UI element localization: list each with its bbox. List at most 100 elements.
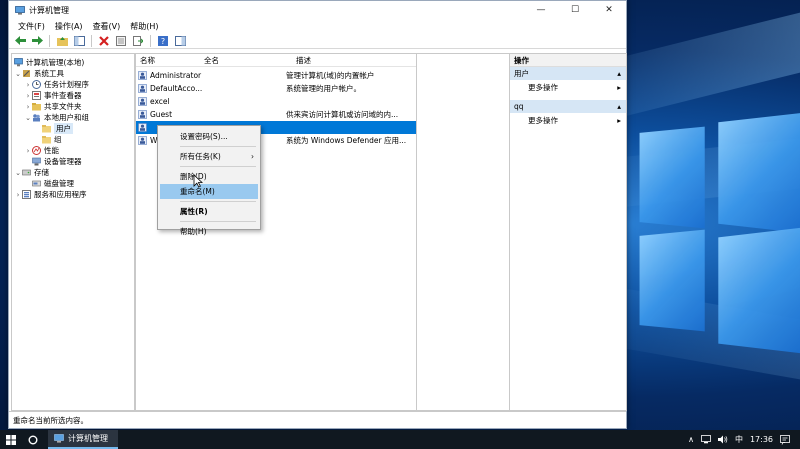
toolbar-separator: [91, 34, 92, 47]
back-button[interactable]: [13, 34, 27, 48]
user-description: 系统管理的用户帐户。: [286, 84, 361, 93]
shared-folder-icon: [32, 103, 41, 111]
menu-item-help[interactable]: 帮助(H): [158, 224, 260, 239]
menu-item-properties[interactable]: 属性(R): [158, 204, 260, 219]
tree-item-device-manager[interactable]: 设备管理器: [12, 156, 134, 167]
chevron-up-icon[interactable]: ∧: [688, 435, 694, 444]
tree-item-performance[interactable]: › 性能: [12, 145, 134, 156]
column-header-description[interactable]: 描述: [292, 55, 311, 66]
show-hide-tree-button[interactable]: [72, 34, 86, 48]
action-pane-icon: [174, 35, 186, 46]
user-icon: [138, 123, 147, 132]
collapse-up-icon[interactable]: ▴: [617, 69, 621, 78]
tree-item-shared-folders[interactable]: › 共享文件夹: [12, 101, 134, 112]
start-button[interactable]: [0, 430, 22, 449]
event-log-icon: [32, 91, 41, 100]
up-folder-button[interactable]: [55, 34, 69, 48]
clock-icon: [32, 80, 41, 89]
volume-icon[interactable]: [717, 435, 728, 444]
menu-action[interactable]: 操作(A): [50, 21, 88, 32]
delete-button[interactable]: [97, 34, 111, 48]
tree-label: 本地用户和组: [44, 113, 89, 122]
tree-label: 任务计划程序: [44, 80, 89, 89]
submenu-arrow-icon: ▸: [617, 115, 621, 125]
taskbar-app-computer-management[interactable]: 计算机管理: [48, 430, 118, 449]
tree-item-users[interactable]: 用户: [12, 123, 134, 134]
back-arrow-icon: [14, 36, 26, 45]
user-icon: [138, 84, 147, 93]
chevron-right-icon[interactable]: ›: [24, 103, 32, 111]
section-label: 用户: [514, 69, 529, 78]
menu-help[interactable]: 帮助(H): [125, 21, 163, 32]
computer-management-icon: [14, 58, 23, 67]
cortana-search-button[interactable]: [22, 430, 44, 449]
user-row-guest[interactable]: Guest 供来宾访问计算机或访问域的内...: [136, 108, 416, 121]
folder-icon: [42, 136, 51, 144]
title-bar[interactable]: 计算机管理 — ☐ ✕: [9, 1, 626, 19]
storage-icon: [22, 169, 31, 176]
tree-item-root[interactable]: 计算机管理(本地): [12, 57, 134, 68]
user-icon: [138, 110, 147, 119]
tree-item-groups[interactable]: 组: [12, 134, 134, 145]
chevron-right-icon[interactable]: ›: [14, 191, 22, 199]
tree-item-services-apps[interactable]: › 服务和应用程序: [12, 189, 134, 200]
menu-separator: [180, 221, 256, 222]
tree-item-local-users-groups[interactable]: ⌄ 本地用户和组: [12, 112, 134, 123]
tree-item-task-scheduler[interactable]: › 任务计划程序: [12, 79, 134, 90]
action-label: 更多操作: [528, 115, 558, 125]
menu-view[interactable]: 查看(V): [88, 21, 126, 32]
properties-button[interactable]: [114, 34, 128, 48]
tree-item-storage[interactable]: ⌄ 存储: [12, 167, 134, 178]
folder-icon: [42, 125, 51, 133]
status-text: 重命名当前所选内容。: [13, 415, 88, 425]
user-row-defaultaccount[interactable]: DefaultAcco... 系统管理的用户帐户。: [136, 82, 416, 95]
tree-item-event-viewer[interactable]: › 事件查看器: [12, 90, 134, 101]
chevron-right-icon[interactable]: ›: [24, 92, 32, 100]
tree-item-disk-management[interactable]: 磁盘管理: [12, 178, 134, 189]
chevron-right-icon[interactable]: ›: [24, 81, 32, 89]
maximize-button[interactable]: ☐: [558, 1, 592, 19]
collapse-up-icon[interactable]: ▴: [617, 102, 621, 111]
forward-button[interactable]: [30, 34, 44, 48]
user-name: Guest: [150, 110, 173, 119]
actions-section-users[interactable]: 用户 ▴: [510, 67, 626, 80]
menu-item-all-tasks[interactable]: 所有任务(K) ›: [158, 149, 260, 164]
services-icon: [22, 190, 31, 199]
folder-up-icon: [56, 36, 68, 46]
network-icon[interactable]: [701, 435, 711, 444]
minimize-button[interactable]: —: [524, 1, 558, 19]
tree-item-system-tools[interactable]: ⌄ 系统工具: [12, 68, 134, 79]
console-tree-icon: [73, 35, 85, 46]
toolbar: ?: [9, 33, 626, 49]
performance-icon: [32, 146, 41, 155]
actions-section-qq[interactable]: qq ▴: [510, 100, 626, 113]
close-button[interactable]: ✕: [592, 1, 626, 19]
user-name: Administrator: [150, 71, 202, 80]
tree-label: 系统工具: [34, 69, 64, 78]
chevron-down-icon[interactable]: ⌄: [14, 169, 22, 177]
column-header-full-name[interactable]: 全名: [200, 55, 292, 66]
ime-indicator[interactable]: 中: [735, 434, 743, 445]
user-row-administrator[interactable]: Administrator 管理计算机(域)的内置帐户: [136, 69, 416, 82]
help-button[interactable]: ?: [156, 34, 170, 48]
export-list-button[interactable]: [131, 34, 145, 48]
chevron-down-icon[interactable]: ⌄: [24, 114, 32, 122]
notification-center-icon[interactable]: [780, 434, 790, 445]
clock[interactable]: 17:36: [750, 435, 773, 444]
action-pane-toggle-button[interactable]: [173, 34, 187, 48]
chevron-down-icon[interactable]: ⌄: [14, 70, 22, 78]
menu-item-delete[interactable]: 删除(D): [158, 169, 260, 184]
menu-file[interactable]: 文件(F): [13, 21, 50, 32]
user-icon: [138, 136, 147, 145]
user-row-excel[interactable]: excel: [136, 95, 416, 108]
menu-item-rename[interactable]: 重命名(M): [160, 184, 258, 199]
menu-item-set-password[interactable]: 设置密码(S)...: [158, 129, 260, 144]
tree-label: 存储: [34, 168, 49, 177]
chevron-right-icon[interactable]: ›: [24, 147, 32, 155]
windows-logo-pane: [718, 227, 800, 354]
more-actions-users[interactable]: 更多操作 ▸: [510, 80, 626, 94]
more-actions-qq[interactable]: 更多操作 ▸: [510, 113, 626, 127]
taskbar: 计算机管理 ∧ 中 17:36: [0, 430, 800, 449]
help-icon: ?: [158, 35, 168, 46]
column-header-name[interactable]: 名称: [136, 55, 200, 66]
